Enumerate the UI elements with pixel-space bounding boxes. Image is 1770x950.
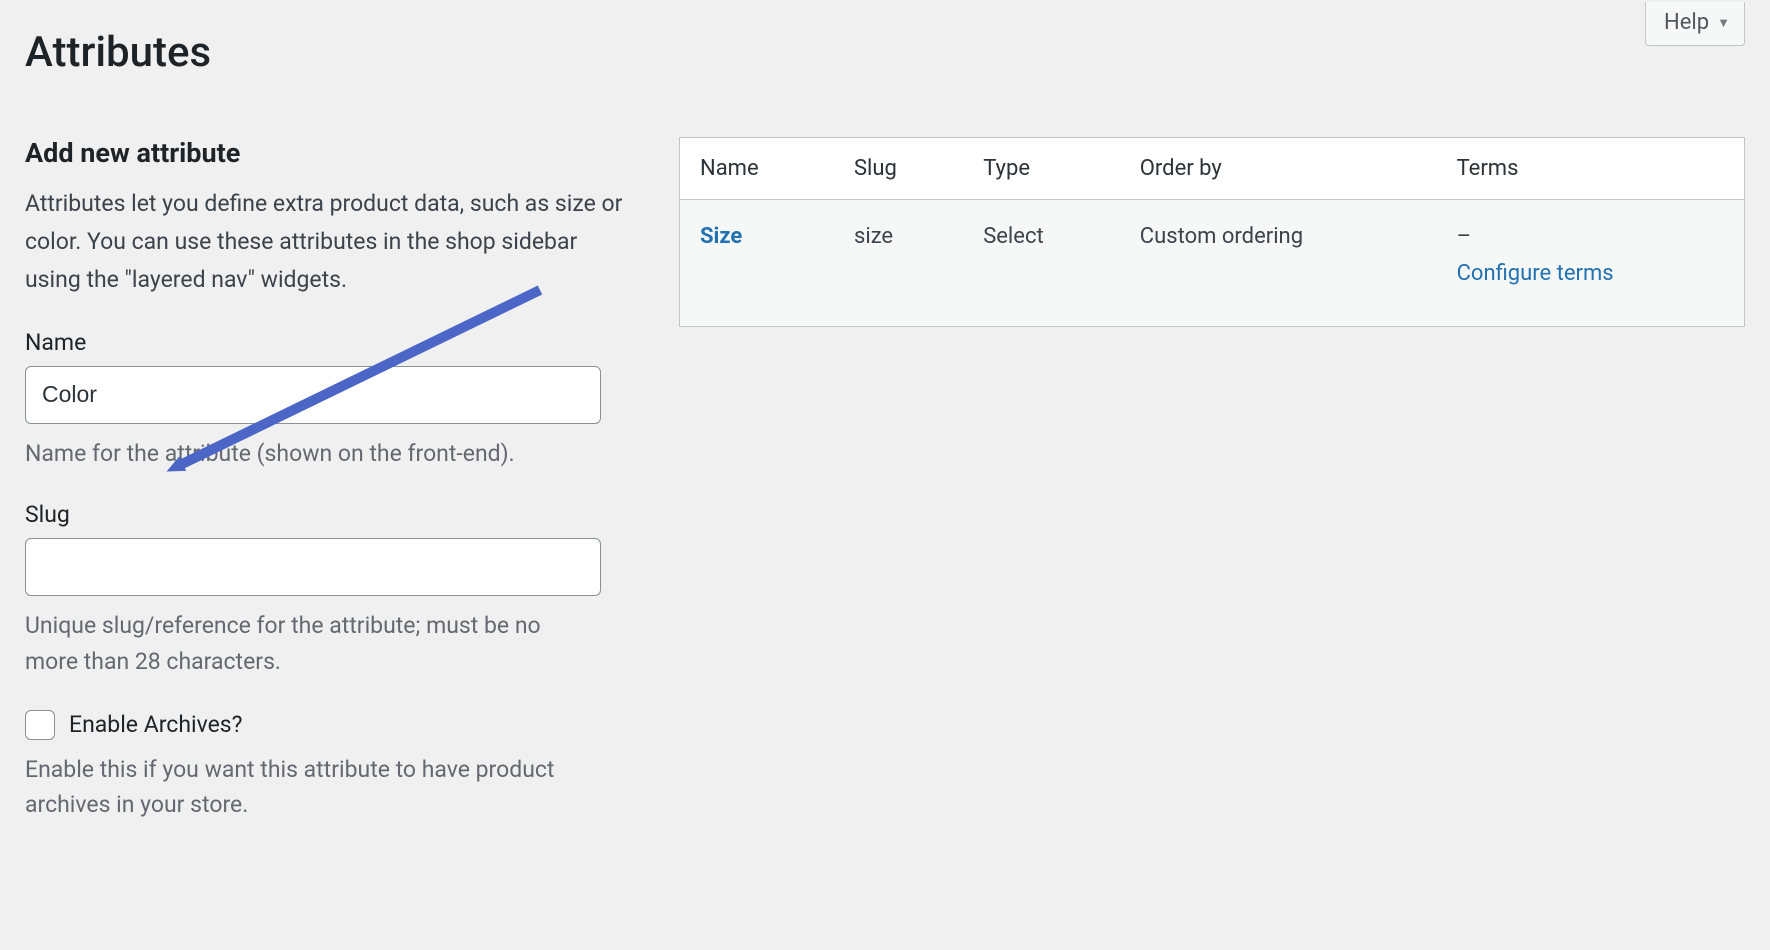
slug-input[interactable] xyxy=(25,538,601,596)
help-tab[interactable]: Help ▼ xyxy=(1645,2,1745,46)
archives-label: Enable Archives? xyxy=(69,711,243,738)
col-order-by: Order by xyxy=(1120,138,1437,200)
slug-hint: Unique slug/reference for the attribute;… xyxy=(25,608,585,679)
cell-name: Size xyxy=(680,200,834,327)
slug-label: Slug xyxy=(25,501,637,528)
attributes-table-wrap: Name Slug Type Order by Terms Size size … xyxy=(679,137,1745,853)
col-slug: Slug xyxy=(834,138,963,200)
name-hint: Name for the attribute (shown on the fro… xyxy=(25,436,585,472)
col-type: Type xyxy=(963,138,1120,200)
archives-checkbox-row: Enable Archives? xyxy=(25,710,637,740)
attributes-table: Name Slug Type Order by Terms Size size … xyxy=(679,137,1745,327)
attribute-name-link[interactable]: Size xyxy=(700,224,742,249)
help-label: Help xyxy=(1664,10,1709,35)
content-columns: Add new attribute Attributes let you def… xyxy=(25,137,1745,853)
table-row: Size size Select Custom ordering – Confi… xyxy=(680,200,1745,327)
name-input[interactable] xyxy=(25,366,601,424)
archives-hint: Enable this if you want this attribute t… xyxy=(25,752,585,823)
form-heading: Add new attribute xyxy=(25,137,637,169)
cell-slug: size xyxy=(834,200,963,327)
name-field-block: Name Name for the attribute (shown on th… xyxy=(25,329,637,472)
page-title: Attributes xyxy=(25,0,1745,91)
name-label: Name xyxy=(25,329,637,356)
col-name: Name xyxy=(680,138,834,200)
enable-archives-checkbox[interactable] xyxy=(25,710,55,740)
add-attribute-form: Add new attribute Attributes let you def… xyxy=(25,137,637,853)
cell-type: Select xyxy=(963,200,1120,327)
cell-order-by: Custom ordering xyxy=(1120,200,1437,327)
chevron-down-icon: ▼ xyxy=(1717,15,1730,31)
table-header-row: Name Slug Type Order by Terms xyxy=(680,138,1745,200)
terms-dash: – xyxy=(1457,224,1724,249)
slug-field-block: Slug Unique slug/reference for the attri… xyxy=(25,501,637,679)
cell-terms: – Configure terms xyxy=(1437,200,1745,327)
form-intro: Attributes let you define extra product … xyxy=(25,185,637,299)
configure-terms-link[interactable]: Configure terms xyxy=(1457,261,1614,286)
col-terms: Terms xyxy=(1437,138,1745,200)
archives-field-block: Enable Archives? Enable this if you want… xyxy=(25,710,637,823)
